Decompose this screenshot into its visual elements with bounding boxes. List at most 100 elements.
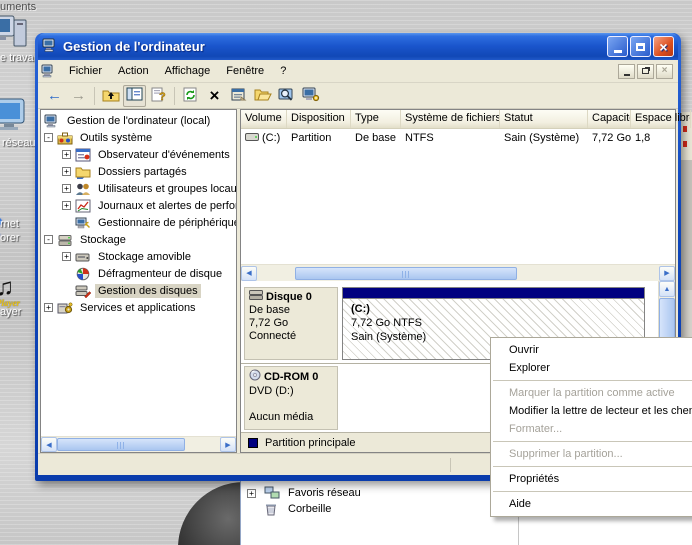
svg-text:?: ? bbox=[159, 91, 166, 102]
console-tree-icon bbox=[126, 87, 143, 104]
expand-toggle[interactable]: + bbox=[44, 303, 53, 312]
menu-item-formater[interactable]: Formater... bbox=[491, 420, 692, 438]
pane-horizontal-scrollbar[interactable]: ◀ ▶ bbox=[241, 264, 675, 281]
shared-folder-icon bbox=[75, 165, 91, 179]
minimize-button[interactable] bbox=[607, 36, 628, 57]
open-button[interactable] bbox=[251, 85, 274, 107]
expand-toggle[interactable]: + bbox=[62, 167, 71, 176]
scroll-thumb[interactable] bbox=[295, 267, 517, 280]
expand-toggle[interactable]: - bbox=[44, 133, 53, 142]
menu-help[interactable]: ? bbox=[272, 62, 294, 80]
primary-partition-band bbox=[343, 288, 644, 298]
back-button[interactable]: ← bbox=[43, 85, 66, 107]
expand-toggle[interactable]: - bbox=[44, 235, 53, 244]
column-header-volume[interactable]: Volume bbox=[241, 110, 287, 128]
column-header-capacity[interactable]: Capacité bbox=[588, 110, 631, 128]
tree-item-removable-storage[interactable]: + Stockage amovible bbox=[41, 248, 236, 265]
menu-affichage[interactable]: Affichage bbox=[157, 62, 219, 80]
partition-name: (C:) bbox=[351, 302, 636, 316]
cdrom-info-cell[interactable]: CD-ROM 0 DVD (D:) Aucun média bbox=[244, 366, 338, 430]
desktop-label-documents[interactable]: uments bbox=[0, 1, 36, 13]
partition-context-menu: Ouvrir Explorer Marquer la partition com… bbox=[490, 337, 692, 517]
tree-item-computer-management-root[interactable]: Gestion de l'ordinateur (local) bbox=[41, 112, 236, 129]
menu-item-ouvrir[interactable]: Ouvrir bbox=[491, 341, 692, 359]
tree-item-device-manager[interactable]: Gestionnaire de périphériques bbox=[41, 214, 236, 231]
refresh-button[interactable] bbox=[179, 85, 202, 107]
column-header-disposition[interactable]: Disposition bbox=[287, 110, 351, 128]
mdi-restore-button[interactable] bbox=[637, 64, 654, 79]
mdi-system-icon[interactable] bbox=[41, 64, 57, 78]
properties-button[interactable] bbox=[227, 85, 250, 107]
close-button[interactable]: × bbox=[653, 36, 674, 57]
performance-chart-icon bbox=[75, 199, 91, 213]
tree-item-disk-defragmenter[interactable]: Défragmenteur de disque bbox=[41, 265, 236, 282]
desktop-label-player[interactable]: ayer bbox=[0, 306, 21, 318]
help-button[interactable]: ? bbox=[147, 85, 170, 107]
desktop-label-ie-line1[interactable]: rnet bbox=[0, 218, 19, 230]
expand-toggle[interactable]: + bbox=[62, 184, 71, 193]
column-header-filesystem[interactable]: Système de fichiers bbox=[401, 110, 500, 128]
network-places-icon[interactable] bbox=[0, 96, 32, 137]
scroll-right-arrow[interactable]: ▶ bbox=[659, 266, 675, 281]
mdi-close-button[interactable]: × bbox=[656, 64, 673, 79]
tree-item-recycle-bin[interactable]: Corbeille bbox=[264, 502, 331, 516]
desktop-label-my-computer[interactable]: e trava bbox=[0, 52, 34, 64]
tree-item-storage[interactable]: - Stockage bbox=[41, 231, 236, 248]
expand-toggle[interactable]: + bbox=[62, 201, 71, 210]
scroll-thumb[interactable] bbox=[57, 438, 185, 451]
menu-item-proprietes[interactable]: Propriétés bbox=[491, 470, 692, 488]
tree-item-system-tools[interactable]: - Outils système bbox=[41, 129, 236, 146]
tree-item-label: Services et applications bbox=[77, 301, 199, 315]
delete-button[interactable]: × bbox=[203, 85, 226, 107]
menu-fichier[interactable]: Fichier bbox=[61, 62, 110, 80]
tree-item-network-places[interactable]: + Favoris réseau bbox=[247, 486, 361, 500]
removable-storage-icon bbox=[75, 250, 91, 264]
menu-item-modifier-lettre[interactable]: Modifier la lettre de lecteur et les che… bbox=[491, 402, 692, 420]
tree-item-performance-logs[interactable]: + Journaux et alertes de performance bbox=[41, 197, 236, 214]
maximize-button[interactable] bbox=[630, 36, 651, 57]
find-button[interactable] bbox=[275, 85, 298, 107]
up-one-level-button[interactable] bbox=[99, 85, 122, 107]
column-header-type[interactable]: Type bbox=[351, 110, 401, 128]
expand-toggle[interactable]: + bbox=[62, 150, 71, 159]
primary-partition-color-swatch bbox=[248, 438, 258, 448]
scroll-left-arrow[interactable]: ◀ bbox=[241, 266, 257, 281]
tree-item-event-viewer[interactable]: + Observateur d'événements bbox=[41, 146, 236, 163]
menu-item-supprimer-partition[interactable]: Supprimer la partition... bbox=[491, 445, 692, 463]
menu-item-aide[interactable]: Aide bbox=[491, 495, 692, 513]
scroll-up-arrow[interactable]: ▲ bbox=[659, 281, 675, 297]
column-header-free-space[interactable]: Espace libre bbox=[631, 110, 691, 128]
desktop-label-ie-line2[interactable]: orer bbox=[0, 232, 20, 244]
tree-item-services-applications[interactable]: + Services et applications bbox=[41, 299, 236, 316]
column-header-status[interactable]: Statut bbox=[500, 110, 588, 128]
tree-horizontal-scrollbar[interactable]: ◀ ▶ bbox=[41, 436, 236, 452]
back-icon: ← bbox=[47, 88, 62, 103]
expand-toggle[interactable]: + bbox=[62, 252, 71, 261]
menu-item-explorer[interactable]: Explorer bbox=[491, 359, 692, 377]
expand-toggle[interactable]: + bbox=[247, 489, 256, 498]
menu-item-marquer-active[interactable]: Marquer la partition comme active bbox=[491, 384, 692, 402]
tree-item-shared-folders[interactable]: + Dossiers partagés bbox=[41, 163, 236, 180]
show-hide-console-tree-button[interactable] bbox=[123, 85, 146, 107]
tree-item-local-users-groups[interactable]: + Utilisateurs et groupes locaux bbox=[41, 180, 236, 197]
disk0-info-cell[interactable]: Disque 0 De base 7,72 Go Connecté bbox=[244, 287, 338, 360]
forward-button[interactable]: → bbox=[67, 85, 90, 107]
volume-row-c[interactable]: (C:) Partition De base NTFS Sain (Systèm… bbox=[241, 129, 675, 147]
filesystem-cell: NTFS bbox=[401, 132, 500, 144]
menu-fenetre[interactable]: Fenêtre bbox=[218, 62, 272, 80]
tree-item-label: Gestionnaire de périphériques bbox=[95, 216, 236, 230]
menu-action[interactable]: Action bbox=[110, 62, 157, 80]
services-icon bbox=[57, 301, 73, 315]
pane-divider bbox=[518, 517, 519, 545]
manage-computer-button[interactable] bbox=[299, 85, 322, 107]
partition-detail: 7,72 Go NTFS bbox=[351, 316, 636, 330]
scroll-right-arrow[interactable]: ▶ bbox=[220, 437, 236, 452]
mdi-minimize-button[interactable] bbox=[618, 64, 635, 79]
tree-item-disk-management[interactable]: Gestion des disques bbox=[41, 282, 236, 299]
media-player-icon[interactable]: ♫ Player bbox=[0, 274, 20, 308]
scroll-left-arrow[interactable]: ◀ bbox=[41, 437, 57, 452]
my-computer-icon[interactable] bbox=[0, 14, 30, 55]
title-bar[interactable]: Gestion de l'ordinateur × bbox=[38, 33, 678, 60]
tree-item-label: Gestion de l'ordinateur (local) bbox=[64, 114, 213, 128]
desktop-label-network[interactable]: réseau bbox=[2, 137, 36, 149]
